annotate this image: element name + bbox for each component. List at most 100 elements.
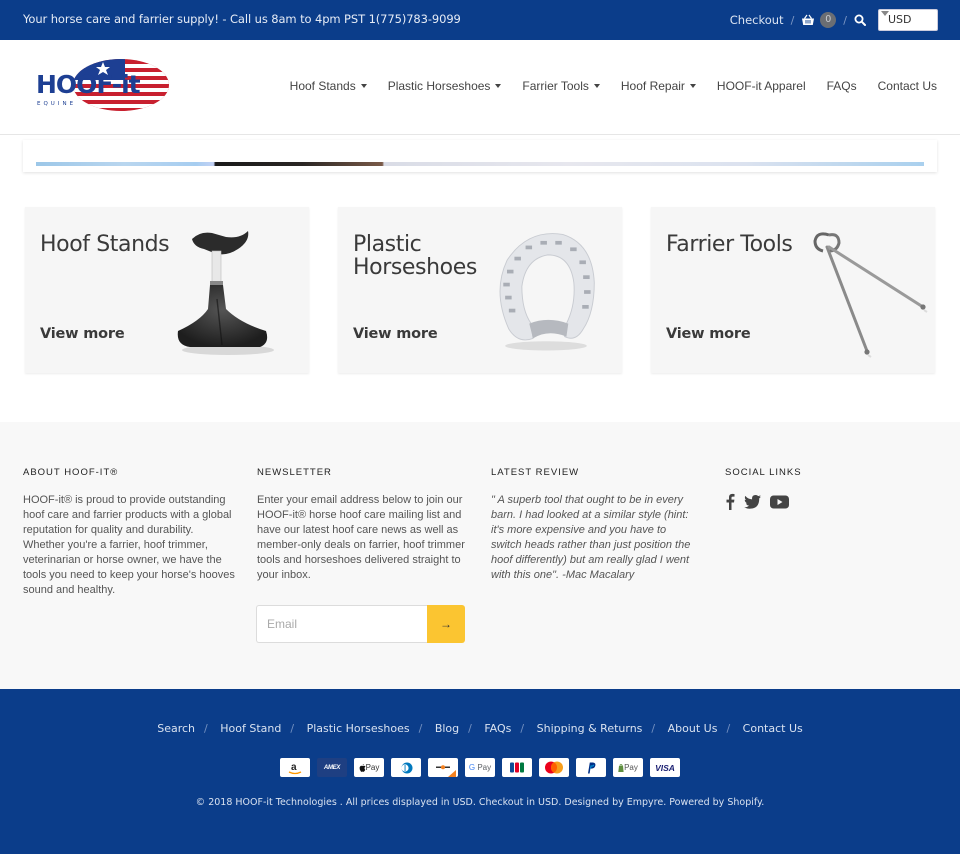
currency-select[interactable]: USD — [878, 9, 938, 31]
nav-item-farrier-tools[interactable]: Farrier Tools — [522, 79, 600, 93]
cart-button[interactable]: 0 — [801, 12, 837, 28]
review-text: " A superb tool that ought to be in ever… — [491, 494, 691, 581]
nav-item-hoof-stands[interactable]: Hoof Stands — [290, 79, 367, 93]
view-more-link[interactable]: View more — [353, 326, 438, 342]
farrier-pincers-image — [813, 232, 928, 358]
nav-label: Contact Us — [877, 79, 937, 93]
nav-label: HOOF-it Apparel — [716, 79, 806, 93]
visa-icon: VISA — [650, 758, 680, 777]
footer-links: Search / Hoof Stand / Plastic Horseshoes / … — [0, 722, 960, 735]
cart-count-badge: 0 — [820, 12, 837, 28]
nav-label: FAQs — [826, 79, 857, 93]
footer-link-contact[interactable]: Contact Us — [743, 722, 803, 735]
separator: / — [290, 722, 295, 735]
caret-down-icon — [593, 84, 600, 88]
email-input[interactable] — [256, 605, 427, 643]
footer-link-blog[interactable]: Blog — [435, 722, 459, 735]
footer-social: SOCIAL LINKS — [725, 467, 939, 510]
view-more-link[interactable]: View more — [666, 326, 751, 342]
caret-down-icon — [881, 11, 889, 16]
nav-label: Hoof Repair — [620, 79, 685, 93]
basket-icon — [802, 14, 815, 25]
nav-item-apparel[interactable]: HOOF-it Apparel — [717, 79, 806, 93]
amazon-pay-icon: a — [280, 758, 310, 777]
nav-item-faqs[interactable]: FAQs — [827, 79, 857, 93]
footer-link-faqs[interactable]: FAQs — [484, 722, 511, 735]
logo-subtext: EQUINE — [37, 101, 76, 107]
search-icon[interactable] — [854, 14, 866, 26]
nav-label: Farrier Tools — [522, 79, 589, 93]
svg-text:a: a — [291, 762, 297, 773]
currency-value: USD — [888, 13, 912, 26]
newsletter-text: Enter your email address below to join o… — [257, 494, 465, 581]
nav-item-contact[interactable]: Contact Us — [878, 79, 937, 93]
footer-newsletter: NEWSLETTER Enter your email address belo… — [257, 467, 471, 583]
twitter-icon[interactable] — [744, 494, 761, 509]
copyright-text: © 2018 HOOF-it Technologies . All prices… — [195, 797, 765, 808]
separator: / — [843, 13, 847, 27]
nav-item-plastic-horseshoes[interactable]: Plastic Horseshoes — [388, 79, 502, 93]
slideshow-image — [36, 162, 924, 166]
category-title: Farrier Tools — [666, 232, 793, 257]
checkout-link[interactable]: Checkout — [730, 13, 784, 27]
category-title: Plastic Horseshoes — [353, 232, 477, 280]
separator: / — [418, 722, 423, 735]
view-more-link[interactable]: View more — [40, 326, 125, 342]
newsletter-heading: NEWSLETTER — [257, 467, 332, 478]
nav-item-hoof-repair[interactable]: Hoof Repair — [621, 79, 696, 93]
announcement-bar: Your horse care and farrier supply! - Ca… — [0, 0, 960, 40]
caret-down-icon — [495, 84, 502, 88]
payment-icons: a AMEX Pay G Pay Pay VISA — [0, 758, 960, 777]
plastic-horseshoe-image — [499, 233, 595, 351]
mastercard-icon — [539, 758, 569, 777]
paypal-icon — [576, 758, 606, 777]
nav-label: Hoof Stands — [289, 79, 356, 93]
footer-bottom-bar: Search / Hoof Stand / Plastic Horseshoes / … — [0, 689, 960, 854]
separator: / — [520, 722, 525, 735]
caret-down-icon — [360, 84, 367, 88]
youtube-icon[interactable] — [770, 495, 789, 509]
amex-icon: AMEX — [317, 758, 347, 777]
site-footer: ABOUT HOOF-IT® HOOF-it® is proud to prov… — [0, 422, 960, 689]
footer-review: LATEST REVIEW " A superb tool that ought… — [491, 467, 696, 583]
social-links — [725, 493, 939, 510]
facebook-icon[interactable] — [725, 493, 735, 510]
main-nav: Hoof Stands Plastic Horseshoes Farrier T… — [290, 79, 937, 93]
apple-pay-icon: Pay — [354, 758, 384, 777]
about-text: HOOF-it® is proud to provide outstanding… — [23, 494, 235, 596]
footer-link-plastic-horseshoes[interactable]: Plastic Horseshoes — [307, 722, 410, 735]
footer-link-shipping[interactable]: Shipping & Returns — [537, 722, 643, 735]
separator: / — [651, 722, 656, 735]
separator: / — [204, 722, 208, 735]
hoof-it-logo[interactable]: HOOF-it EQUINE — [35, 56, 170, 114]
hero-slideshow[interactable] — [23, 140, 937, 172]
hoof-stand-image — [177, 231, 274, 355]
nav-label: Plastic Horseshoes — [387, 79, 491, 93]
logo-wordmark: HOOF-it — [36, 70, 141, 99]
footer-about: ABOUT HOOF-IT® HOOF-it® is proud to prov… — [23, 467, 237, 598]
footer-link-hoof-stand[interactable]: Hoof Stand — [220, 722, 281, 735]
category-card-plastic-horseshoes[interactable]: Plastic Horseshoes View more — [338, 207, 622, 373]
google-pay-icon: G Pay — [465, 758, 495, 777]
newsletter-form: → — [256, 605, 465, 643]
subscribe-button[interactable]: → — [427, 605, 465, 643]
diners-club-icon — [391, 758, 421, 777]
separator: / — [726, 722, 731, 735]
footer-link-search[interactable]: Search — [157, 722, 195, 735]
separator: / — [790, 13, 795, 27]
jcb-icon — [502, 758, 532, 777]
category-card-hoof-stands[interactable]: Hoof Stands View more — [25, 207, 309, 373]
social-heading: SOCIAL LINKS — [725, 467, 802, 478]
topbar-actions: Checkout / 0 / USD — [730, 9, 938, 31]
category-title: Hoof Stands — [40, 232, 170, 257]
shopify-pay-icon: Pay — [613, 758, 643, 777]
separator: / — [468, 722, 472, 735]
site-header: HOOF-it EQUINE Hoof Stands Plastic Horse… — [0, 40, 960, 135]
category-card-farrier-tools[interactable]: Farrier Tools View more — [651, 207, 935, 373]
about-heading: ABOUT HOOF-IT® — [23, 467, 119, 478]
footer-link-about[interactable]: About Us — [668, 722, 718, 735]
discover-icon — [428, 758, 458, 777]
announcement-text: Your horse care and farrier supply! - Ca… — [23, 12, 461, 26]
review-heading: LATEST REVIEW — [491, 467, 580, 478]
caret-down-icon — [689, 84, 696, 88]
